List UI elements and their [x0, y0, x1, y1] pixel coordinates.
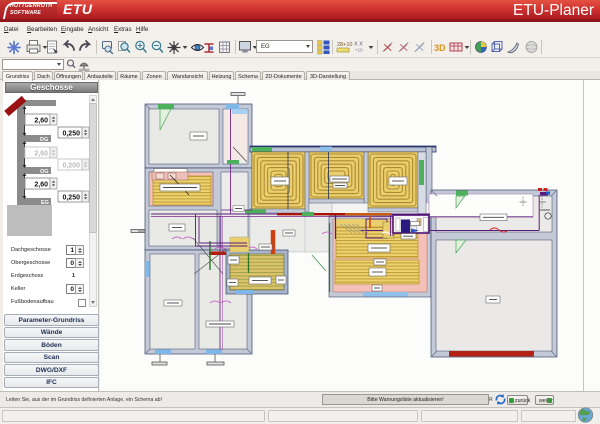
svg-text:0,250: 0,250 [62, 195, 80, 202]
svg-text:2,60: 2,60 [34, 182, 48, 189]
svg-text:28+10: 28+10 [337, 42, 352, 48]
svg-text:2,60: 2,60 [34, 118, 48, 125]
svg-text:0,250: 0,250 [62, 131, 80, 138]
svg-text:DG: DG [40, 137, 48, 143]
svg-text:2,60: 2,60 [34, 151, 48, 158]
svg-text:EG: EG [41, 200, 49, 206]
svg-text:+10: +10 [355, 48, 363, 53]
svg-text:0,200: 0,200 [62, 163, 80, 170]
svg-text:OG: OG [40, 169, 49, 175]
svg-text:3D: 3D [434, 43, 446, 53]
